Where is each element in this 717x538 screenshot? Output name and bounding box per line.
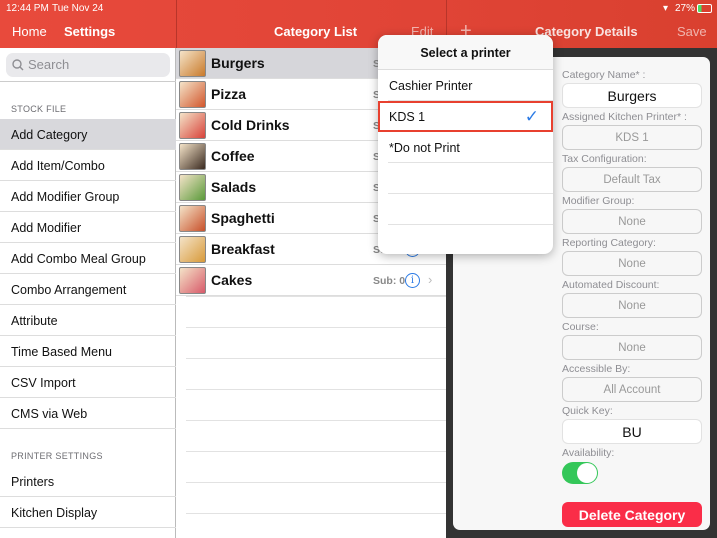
empty-row-divider <box>186 389 446 390</box>
category-thumbnail <box>179 143 206 170</box>
category-name: Cakes <box>211 272 253 288</box>
field-label: Modifier Group: <box>562 195 635 207</box>
field-label: Automated Discount: <box>562 279 660 291</box>
search-placeholder: Search <box>28 57 70 72</box>
home-button[interactable]: Home <box>12 24 47 39</box>
category-name: Cold Drinks <box>211 117 290 133</box>
battery-level: 27% <box>675 3 696 14</box>
field-value[interactable]: Burgers <box>562 83 702 108</box>
category-name: Salads <box>211 179 257 195</box>
category-name: Spaghetti <box>211 210 275 226</box>
printer-option[interactable]: *Do not Print <box>378 132 553 163</box>
printer-popover: Select a printer Cashier Printer KDS 1 ✓ *D… <box>378 35 553 254</box>
sidebar-item[interactable]: Attribute <box>0 305 176 336</box>
save-button[interactable]: Save <box>677 24 707 39</box>
sidebar-item[interactable]: CSV Import <box>0 367 176 398</box>
field-label: Accessible By: <box>562 363 631 375</box>
wifi-icon: ▾ <box>663 3 669 14</box>
sidebar: Search STOCK FILE Add Category Add Item/C… <box>0 48 176 538</box>
category-thumbnail <box>179 267 206 294</box>
empty-row-divider <box>186 482 446 483</box>
empty-option <box>378 163 553 194</box>
sidebar-item[interactable]: Time Based Menu <box>0 336 176 367</box>
empty-option <box>378 194 553 225</box>
sidebar-item[interactable]: Add Modifier <box>0 212 176 243</box>
sidebar-item[interactable]: Combo Arrangement <box>0 274 176 305</box>
category-list-title: Category List <box>274 24 358 39</box>
category-row[interactable]: Cakes Sub: 0 i › <box>176 265 446 296</box>
printer-option-label: *Do not Print <box>389 141 460 155</box>
printer-option-label: KDS 1 <box>389 110 426 124</box>
sub-count: Sub: 0 <box>373 275 406 287</box>
category-thumbnail <box>179 81 206 108</box>
status-time: 12:44 PM <box>6 3 49 14</box>
stock-file-header: STOCK FILE <box>11 104 67 114</box>
category-thumbnail <box>179 50 206 77</box>
field-label: Category Name* : <box>562 69 646 81</box>
sidebar-item[interactable]: Add Combo Meal Group <box>0 243 176 274</box>
field-value[interactable]: All Account <box>562 377 702 402</box>
category-thumbnail <box>179 205 206 232</box>
search-input[interactable]: Search <box>6 53 170 77</box>
empty-row-divider <box>186 451 446 452</box>
category-name: Pizza <box>211 86 247 102</box>
availability-toggle[interactable] <box>562 462 598 484</box>
printer-option-label: Cashier Printer <box>389 79 473 93</box>
field-label: Tax Configuration: <box>562 153 647 165</box>
checkmark-icon: ✓ <box>524 107 539 126</box>
field-value[interactable]: KDS 1 <box>562 125 702 150</box>
empty-row-divider <box>186 513 446 514</box>
field-value[interactable]: None <box>562 251 702 276</box>
popover-title: Select a printer <box>378 35 553 70</box>
empty-row-divider <box>186 420 446 421</box>
availability-label: Availability: <box>562 447 615 459</box>
field-value[interactable]: Default Tax <box>562 167 702 192</box>
sidebar-item[interactable]: Kitchen Display <box>0 497 176 528</box>
sidebar-item[interactable]: Add Item/Combo <box>0 150 176 181</box>
info-icon[interactable]: i <box>405 273 420 288</box>
field-label: Assigned Kitchen Printer* : <box>562 111 687 123</box>
sidebar-item[interactable]: Printers <box>0 466 176 497</box>
search-icon <box>12 59 24 71</box>
field-label: Quick Key: <box>562 405 613 417</box>
top-bar: 12:44 PM Tue Nov 24 ▾ 27% Home Settings … <box>0 0 717 48</box>
category-name: Breakfast <box>211 241 275 257</box>
field-value[interactable]: BU <box>562 419 702 444</box>
battery-icon <box>697 4 712 13</box>
field-label: Course: <box>562 321 599 333</box>
category-thumbnail <box>179 112 206 139</box>
category-thumbnail <box>179 174 206 201</box>
sidebar-item[interactable]: CMS via Web <box>0 398 176 429</box>
status-date: Tue Nov 24 <box>52 3 104 14</box>
field-value[interactable]: None <box>562 293 702 318</box>
field-value[interactable]: None <box>562 335 702 360</box>
empty-row-divider <box>186 296 446 297</box>
field-value[interactable]: None <box>562 209 702 234</box>
printer-option[interactable]: Cashier Printer <box>378 70 553 101</box>
printer-settings-header: PRINTER SETTINGS <box>11 451 103 461</box>
empty-row-divider <box>186 358 446 359</box>
printer-option[interactable]: KDS 1 ✓ <box>378 101 553 132</box>
field-label: Reporting Category: <box>562 237 656 249</box>
empty-row-divider <box>186 327 446 328</box>
sidebar-item[interactable]: Add Category <box>0 119 176 150</box>
sidebar-item[interactable]: Add Modifier Group <box>0 181 176 212</box>
delete-category-button[interactable]: Delete Category <box>562 502 702 527</box>
chevron-right-icon: › <box>428 272 433 287</box>
settings-title: Settings <box>64 24 116 39</box>
category-thumbnail <box>179 236 206 263</box>
category-name: Burgers <box>211 55 265 71</box>
category-name: Coffee <box>211 148 255 164</box>
